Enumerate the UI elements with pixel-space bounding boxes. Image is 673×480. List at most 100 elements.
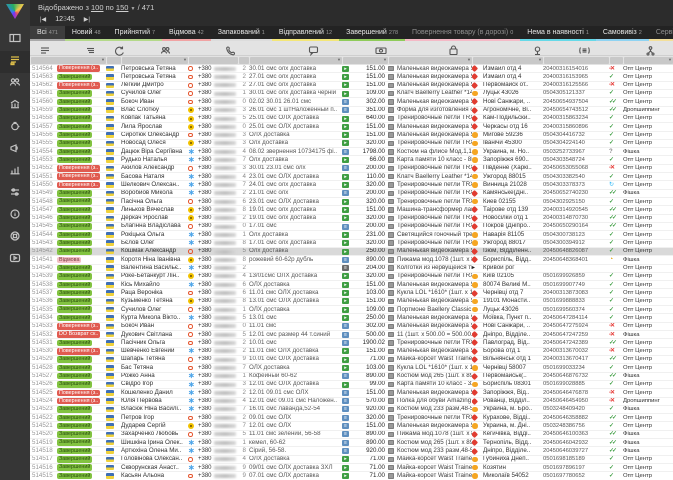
tracking-number[interactable]: 20400316154016 xyxy=(543,65,609,72)
product-name[interactable]: Портмоне Baellery Classic *1966.. xyxy=(397,306,472,313)
sidebar-item-settings[interactable] xyxy=(0,183,30,205)
phone[interactable]: +380 xyxy=(198,256,238,263)
filter-phone[interactable] xyxy=(189,57,238,64)
order-comment[interactable]: 11.01 смс ОЛХ доставка xyxy=(249,348,342,355)
product-name[interactable]: Тренировочные петли TRX Train.. xyxy=(397,190,472,197)
client-name[interactable]: Рудько Наталья xyxy=(121,156,188,163)
phone[interactable]: +380 xyxy=(198,447,238,454)
product-name[interactable]: Тренировочные петли TRX Train.. xyxy=(397,115,472,122)
product-name[interactable]: Костюм мод 265 (1шт. х 890.00 .. xyxy=(397,373,472,380)
client-name[interactable]: Курта Микола Вікто.. xyxy=(121,314,188,321)
order-comment[interactable]: 11.01 смс зелений, 56-58 xyxy=(249,431,342,438)
table-row[interactable]: 514532 DO Возврат ск.. Дукович Світлана … xyxy=(30,331,673,340)
table-row[interactable]: 514533 Повернення (з.. Бокоч Иван +380 0… xyxy=(30,323,673,331)
filter-payment[interactable]: ▼ xyxy=(343,57,388,64)
delivery-address[interactable]: Луцьк 43026 xyxy=(483,306,543,313)
table-row[interactable]: 514537 Завершений Раца Вероніка +380 6 1… xyxy=(30,289,673,298)
client-name[interactable]: Валентина Васильє.. xyxy=(121,265,188,272)
tracking-number[interactable]: 20450647275924 xyxy=(543,323,609,330)
table-row[interactable]: 514558 Завершений Ковпак Татьяна +380 5 … xyxy=(30,115,673,124)
phone[interactable]: +380 xyxy=(198,289,238,296)
table-row[interactable]: 514560 Завершений Бокоч Иван +380 0 02.0… xyxy=(30,98,673,107)
tracking-number[interactable]: 20400316125566 xyxy=(543,82,609,89)
product-name[interactable]: Майка-корсет Waist Trainer *142.. xyxy=(397,356,472,363)
phone[interactable]: +380 xyxy=(198,281,238,288)
phone[interactable]: +380 xyxy=(198,107,238,114)
tracking-number[interactable]: 20450646100363 xyxy=(543,431,609,438)
client-name[interactable]: Акилов Александр xyxy=(121,165,188,172)
table-row[interactable]: 514551 Повернення (з.. Басова Наталя +38… xyxy=(30,173,673,182)
tracking-number[interactable]: 0501699907749 xyxy=(543,281,609,288)
tracking-number[interactable]: 20450652740230 xyxy=(543,190,609,197)
app-logo-icon[interactable] xyxy=(6,4,24,19)
delivery-address[interactable]: Киев 02155 xyxy=(483,198,543,205)
sidebar-item-announcements[interactable] xyxy=(0,139,30,161)
order-comment[interactable] xyxy=(249,265,342,272)
filter-track-status[interactable] xyxy=(610,57,623,64)
phone[interactable]: +380 xyxy=(198,273,238,280)
order-comment[interactable]: 09/01 смс ОЛХ доставка ЗХЛ xyxy=(249,464,342,471)
product-name[interactable]: Светящийся гоночный трек Ma.. xyxy=(397,231,472,238)
delivery-address[interactable]: 19101 Монасти.. xyxy=(483,298,543,305)
table-row[interactable]: 514534 Завершений Курта Микола Вікто.. +… xyxy=(30,314,673,323)
client-name[interactable]: Бєлов Олег xyxy=(121,240,188,247)
client-name[interactable]: Кузьменко Тетяна xyxy=(121,298,188,305)
tracking-number[interactable]: 20450646454950 xyxy=(543,398,609,405)
delivery-address[interactable]: Камянське(Дні.. xyxy=(483,190,543,197)
delivery-address[interactable]: Павлоград, Від.. xyxy=(483,339,543,346)
order-comment[interactable]: ОЛХ доставка xyxy=(249,456,342,463)
delivery-address[interactable]: Кривой рог xyxy=(483,265,543,272)
product-name[interactable]: Тренировочные петли TRX Train.. xyxy=(397,223,472,230)
phone[interactable]: +380 xyxy=(198,323,238,330)
order-comment[interactable]: 27.01 смс олх доставка xyxy=(249,73,342,80)
product-name[interactable]: Маленькая видеокамера SQ8 *.. xyxy=(397,422,472,429)
product-name[interactable]: Кукла LOL *1610* (1шт. х 103.00.. xyxy=(397,289,472,296)
product-name[interactable]: Маленькая видеокамера SQ8 *.. xyxy=(397,348,472,355)
order-comment[interactable]: 26.01 смс 1 штНаложенный п.. xyxy=(249,107,342,114)
order-comment[interactable]: 13/01смс ОЛХ доставка xyxy=(249,273,342,280)
order-comment[interactable]: 12.01 смс 09.01 смс Наложен.. xyxy=(249,398,342,405)
client-name[interactable]: Рожко Анна xyxy=(121,373,188,380)
table-row[interactable]: 514544 Завершений Рокіцька Ольга +380 1 … xyxy=(30,231,673,240)
table-row[interactable]: 514561 Завершений Сучилов Олег +380 1 30… xyxy=(30,90,673,99)
phone[interactable]: +380 xyxy=(198,464,238,471)
phone[interactable]: +380 xyxy=(198,206,238,213)
client-name[interactable]: Лила Ярослав xyxy=(121,123,188,130)
delivery-address[interactable]: Борова отд 1 xyxy=(483,348,543,355)
order-comment[interactable]: 13.01 смс xyxy=(249,314,342,321)
product-name[interactable]: Колготки из нервущейся ткани .. xyxy=(397,265,472,272)
product-name[interactable]: Маленькая видеокамера SQ8 *.. xyxy=(397,98,472,105)
table-row[interactable]: 514523 Завершений Власюк Ніна Василі.. +… xyxy=(30,406,673,415)
phone[interactable]: +380 xyxy=(198,472,238,479)
tracking-number[interactable]: 0501697896197 xyxy=(543,464,609,471)
delivery-address[interactable]: Покров (Дніпро.. xyxy=(483,223,543,230)
tracking-number[interactable]: 20450648826087 xyxy=(543,248,609,255)
product-name[interactable]: Маленькая видеокамера SQ8 *.. xyxy=(397,314,472,321)
delivery-address[interactable]: Агрономічне, Ві.. xyxy=(483,107,543,114)
phone[interactable]: +380 xyxy=(198,456,238,463)
phone[interactable]: +380 xyxy=(198,90,238,97)
delivery-address[interactable]: Моївка, Пункт п.. xyxy=(483,314,543,321)
filter-count[interactable] xyxy=(239,57,249,64)
delivery-address[interactable]: Київ 02105 xyxy=(483,273,543,280)
product-name[interactable]: Тренировочные петли TRX Train.. xyxy=(397,240,472,247)
client-name[interactable]: Кошеленко Данил xyxy=(121,389,188,396)
tracking-number[interactable]: 0504300738123 xyxy=(543,231,609,238)
table-row[interactable]: 514562 Повернення (з.. Легкий Дмитро +38… xyxy=(30,82,673,90)
table-row[interactable]: 514545 Завершений Благінна Владіслава +3… xyxy=(30,223,673,232)
product-name[interactable]: Карта памяти 10 класс - 32Гб *1.. xyxy=(397,381,472,388)
order-comment[interactable]: Олх доставка xyxy=(249,140,342,147)
product-name[interactable]: Пижама мод.1078 (1шт. х 890.0.. xyxy=(397,431,472,438)
product-name[interactable]: Кукла LOL *1610* (1шт. х 103.00.. xyxy=(397,364,472,371)
order-comment[interactable]: 27.01 смс олх доставка xyxy=(249,82,342,89)
table-row[interactable]: 514541 Відмова Коротя Ніна Іванівна +380… xyxy=(30,256,673,265)
phone[interactable]: +380 xyxy=(198,306,238,313)
tracking-number[interactable]: 0504305121337 xyxy=(543,90,609,97)
product-name[interactable]: Тренировочные петли TRX Train.. xyxy=(397,165,472,172)
delivery-address[interactable]: Мигове 59236 xyxy=(483,132,543,139)
delivery-address[interactable]: Вільнянськ отд 1 xyxy=(483,356,543,363)
order-comment[interactable]: Сірий, 56-58. xyxy=(249,447,342,454)
delivery-address[interactable]: Запоріжжя 690.. xyxy=(483,156,543,163)
delivery-address[interactable]: Рованці, Відділ.. xyxy=(483,398,543,405)
phone[interactable]: +380 xyxy=(198,140,238,147)
